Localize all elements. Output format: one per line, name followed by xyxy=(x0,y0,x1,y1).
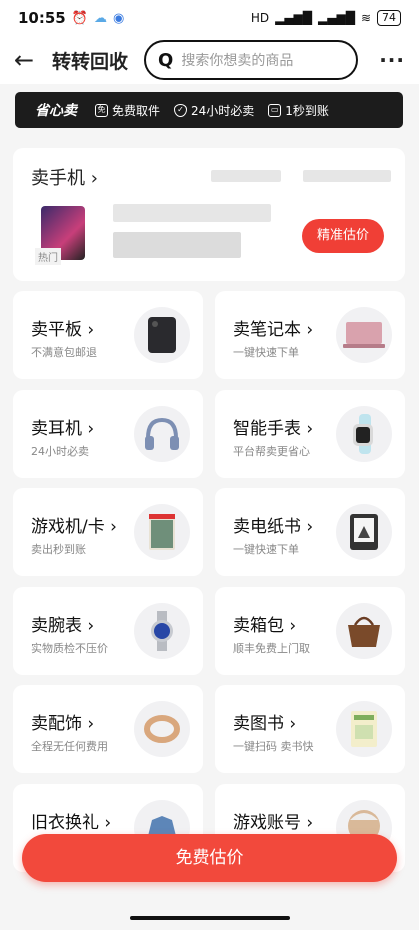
wifi-icon: ≋ xyxy=(360,11,371,25)
header: ← 转转回收 Q 搜索你想卖的商品 ··· xyxy=(0,36,419,84)
blurred-model-price xyxy=(113,232,241,258)
category-subtitle: 不满意包邮退 xyxy=(31,346,97,359)
category-name: 卖耳机 › xyxy=(31,418,95,439)
category-subtitle: 一键快速下单 xyxy=(233,346,299,359)
status-time: 10:55 xyxy=(18,9,66,27)
wallet-icon: ▭ xyxy=(268,103,282,117)
blurred-info xyxy=(211,170,281,182)
status-bar: 10:55 ⏰ ☁ ◉ HD ▂▄▆█ ▂▄▆█ ≋ 74 xyxy=(0,0,419,36)
category-card[interactable]: 卖配饰 › 全程无任何费用 xyxy=(13,685,203,773)
category-card[interactable]: 游戏机/卡 › 卖出秒到账 xyxy=(13,488,203,576)
category-name: 卖配饰 › xyxy=(31,714,95,734)
category-name: 卖腕表 › xyxy=(31,615,95,636)
precise-estimate-button[interactable]: 精准估价 xyxy=(302,219,384,253)
search-placeholder: 搜索你想卖的商品 xyxy=(181,53,294,69)
network-label: HD xyxy=(250,11,270,25)
laptop-icon xyxy=(336,307,392,363)
category-subtitle: 平台帮卖更省心 xyxy=(233,444,310,458)
category-subtitle: 一键扫码 卖书快 xyxy=(233,740,314,753)
category-card[interactable]: 卖平板 › 不满意包邮退 xyxy=(13,291,203,379)
battery-icon: 74 xyxy=(377,10,401,26)
category-card[interactable]: 卖箱包 › 顺丰免费上门取 xyxy=(215,586,405,675)
handbag-icon xyxy=(336,602,392,659)
cloud-icon: ☁ xyxy=(93,10,107,26)
category-name: 游戏账号 › xyxy=(233,812,314,833)
back-arrow-icon[interactable]: ← xyxy=(14,46,44,74)
category-card[interactable]: 卖图书 › 一键扫码 卖书快 xyxy=(215,685,405,773)
category-card[interactable]: 卖电纸书 › 一键快速下单 xyxy=(215,488,405,576)
more-menu-icon[interactable]: ··· xyxy=(379,48,405,72)
category-name: 智能手表 › xyxy=(233,418,314,439)
category-subtitle: 顺丰免费上门取 xyxy=(233,641,310,655)
status-right: HD ▂▄▆█ ▂▄▆█ ≋ 74 xyxy=(251,10,401,26)
banner-feature-sell: ✓ 24小时必卖 xyxy=(174,102,254,119)
category-subtitle: 24小时必卖 xyxy=(31,444,89,458)
ring-icon xyxy=(134,701,190,757)
service-banner[interactable]: 省心卖 免 免费取件 ✓ 24小时必卖 ▭ 1秒到账 xyxy=(15,92,403,128)
wristwatch-icon xyxy=(134,602,190,659)
category-subtitle: 卖出秒到账 xyxy=(31,543,86,556)
tablet-icon xyxy=(134,307,190,363)
free-estimate-button[interactable]: 免费估价 xyxy=(22,834,397,882)
category-name: 卖图书 › xyxy=(233,714,297,734)
signal-icon: ▂▄▆█ xyxy=(275,11,313,25)
banner-title: 省心卖 xyxy=(35,103,77,119)
category-name: 卖平板 › xyxy=(31,320,95,340)
category-name: 旧衣换礼 › xyxy=(31,812,112,833)
category-card[interactable]: 卖腕表 › 实物质检不压价 xyxy=(13,586,203,675)
sell-phone-title[interactable]: 卖手机 › xyxy=(31,164,98,190)
smartwatch-icon xyxy=(336,405,392,462)
category-card[interactable]: 卖笔记本 › 一键快速下单 xyxy=(215,291,405,379)
book-icon xyxy=(336,701,392,757)
category-name: 卖笔记本 › xyxy=(233,320,314,340)
page-title: 转转回收 xyxy=(52,50,129,73)
signal-icon-2: ▂▄▆█ xyxy=(318,11,355,25)
category-subtitle: 全程无任何费用 xyxy=(31,740,108,753)
blurred-model-name xyxy=(113,204,271,222)
headphones-icon xyxy=(134,405,190,462)
category-card[interactable]: 智能手表 › 平台帮卖更省心 xyxy=(215,389,405,478)
app-notification-icon: ◉ xyxy=(112,10,125,26)
blurred-info xyxy=(303,170,391,182)
category-name: 卖电纸书 › xyxy=(233,517,314,537)
category-name: 游戏机/卡 › xyxy=(31,517,117,537)
banner-feature-payout: ▭ 1秒到账 xyxy=(268,102,329,119)
category-subtitle: 实物质检不压价 xyxy=(31,641,108,655)
category-name: 卖箱包 › xyxy=(233,615,297,636)
sell-phone-card[interactable]: 卖手机 › 热门 精准估价 xyxy=(13,148,405,281)
category-card[interactable]: 卖耳机 › 24小时必卖 xyxy=(13,389,203,478)
ereader-icon xyxy=(336,504,392,560)
pickup-icon: 免 xyxy=(95,103,108,117)
game-card-icon xyxy=(134,504,190,560)
hot-tag: 热门 xyxy=(35,248,61,265)
alarm-icon: ⏰ xyxy=(71,10,88,26)
banner-feature-pickup: 免 免费取件 xyxy=(95,102,160,119)
category-subtitle: 一键快速下单 xyxy=(233,543,299,556)
shield-icon: ✓ xyxy=(174,103,188,117)
search-icon: Q xyxy=(158,49,174,71)
search-input[interactable]: Q 搜索你想卖的商品 xyxy=(144,40,359,80)
home-indicator xyxy=(130,916,290,920)
